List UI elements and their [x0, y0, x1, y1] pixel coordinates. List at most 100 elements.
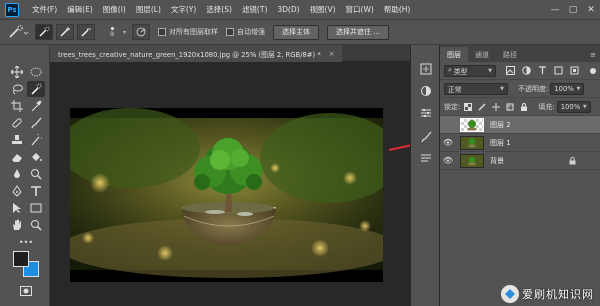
auto-enhance-checkbox[interactable] [226, 28, 235, 36]
layer-name[interactable]: 图层 2 [490, 120, 511, 130]
blur-tool[interactable] [8, 166, 26, 182]
fill-input[interactable]: 100% ▼ [556, 100, 591, 113]
history-panel-button[interactable] [417, 61, 435, 77]
image-filter-icon[interactable] [506, 66, 515, 75]
lock-all-icon[interactable] [520, 102, 528, 111]
clone-stamp-tool[interactable] [8, 132, 26, 148]
clone-source-panel-button[interactable] [417, 151, 435, 167]
shape-filter-icon[interactable] [554, 66, 563, 75]
opacity-input[interactable]: 100% ▼ [550, 82, 585, 95]
menu-image[interactable]: 图像(I) [98, 4, 131, 15]
foreground-color-swatch[interactable] [13, 251, 29, 267]
menu-view[interactable]: 视图(V) [305, 4, 341, 15]
adjustments-panel-button[interactable] [417, 83, 435, 99]
lock-pixels-icon[interactable] [478, 103, 486, 111]
healing-brush-tool[interactable] [8, 115, 26, 131]
type-filter-icon[interactable] [538, 66, 547, 75]
sample-all-layers-label: 对所有图层取样 [169, 28, 219, 36]
minimize-button[interactable]: — [546, 5, 564, 15]
layer-row[interactable]: 👁 图层 1 [440, 134, 600, 152]
bandage-icon [12, 118, 22, 128]
tab-paths[interactable]: 路径 [496, 47, 524, 62]
tab-layers[interactable]: 图层 [440, 47, 468, 62]
quick-mask-button[interactable] [17, 283, 35, 299]
menu-layer[interactable]: 图层(L) [131, 4, 166, 15]
brush-dot-icon [110, 26, 114, 30]
menu-filter[interactable]: 滤镜(T) [237, 4, 272, 15]
layer-thumbnail [460, 117, 484, 132]
sample-all-layers-checkbox[interactable] [158, 28, 167, 36]
document-tab[interactable]: trees_trees_creative_nature_green_1920x1… [50, 45, 343, 62]
eyedropper-tool[interactable] [27, 98, 45, 114]
menu-help[interactable]: 帮助(H) [379, 4, 416, 15]
history-brush-tool[interactable] [27, 132, 45, 148]
lock-transparency-icon[interactable] [464, 102, 473, 111]
eraser-tool[interactable] [8, 149, 26, 165]
blend-mode-select[interactable]: 正常 ▼ [444, 82, 508, 95]
zoom-tool[interactable] [27, 217, 45, 233]
brush-panel-button[interactable] [417, 129, 435, 145]
menu-3d[interactable]: 3D(D) [272, 5, 304, 14]
auto-enhance-option[interactable]: 自动增强 [226, 27, 265, 37]
photoshop-logo[interactable]: Ps [5, 2, 19, 17]
select-subject-button[interactable]: 选择主体 [273, 24, 320, 40]
brush-angle-button[interactable] [132, 24, 151, 40]
brush-size-picker[interactable]: 9 [103, 26, 121, 38]
close-button[interactable]: ✕ [582, 5, 600, 15]
rectangle-tool[interactable] [27, 200, 45, 216]
canvas-area[interactable] [50, 62, 453, 306]
marquee-tool[interactable] [27, 64, 45, 80]
more-tools-button[interactable]: ••• [17, 234, 35, 250]
opacity-value: 100% [554, 84, 574, 93]
sample-all-layers-option[interactable]: 对所有图层取样 [158, 27, 218, 37]
menu-select[interactable]: 选择(S) [201, 4, 237, 15]
quick-selection-tool[interactable] [27, 81, 45, 97]
dodge-tool[interactable] [27, 166, 45, 182]
select-and-mask-button[interactable]: 选择并遮住 ... [327, 24, 389, 40]
path-selection-tool[interactable] [8, 200, 26, 216]
tab-channels[interactable]: 通道 [468, 47, 496, 62]
eye-icon[interactable]: 👁 [440, 138, 456, 147]
brush-tool[interactable] [27, 115, 45, 131]
type-tool[interactable] [27, 183, 45, 199]
layer-row[interactable]: 图层 2 [440, 116, 600, 134]
fill-label: 填充: [538, 102, 555, 111]
pen-tool[interactable] [8, 183, 26, 199]
layer-row[interactable]: 👁 背景 [440, 152, 600, 170]
add-to-selection-button[interactable] [56, 24, 74, 40]
layer-name[interactable]: 图层 1 [490, 138, 511, 148]
layer-kind-filter[interactable]: ⌕ 类型 ▼ [444, 64, 496, 77]
lock-position-icon[interactable] [492, 102, 501, 111]
crop-tool[interactable] [8, 98, 26, 114]
menu-edit[interactable]: 编辑(E) [62, 4, 98, 15]
brush-subtract-icon [81, 28, 91, 37]
lock-icons [464, 102, 528, 111]
history-brush-icon [31, 134, 42, 146]
window-controls: — ▢ ✕ [546, 0, 600, 19]
properties-panel-button[interactable] [417, 105, 435, 121]
arrow-cursor-icon [13, 203, 21, 213]
eye-icon[interactable]: 👁 [440, 156, 456, 165]
panel-menu-icon[interactable]: ≡ [590, 51, 596, 59]
move-tool[interactable] [8, 64, 26, 80]
smart-object-filter-icon[interactable] [570, 66, 579, 75]
eyedropper-icon [31, 100, 42, 112]
adjustment-filter-icon[interactable] [522, 66, 531, 75]
lock-artboard-icon[interactable] [506, 102, 515, 111]
paint-bucket-tool[interactable] [27, 149, 45, 165]
menu-window[interactable]: 窗口(W) [341, 4, 379, 15]
chevron-down-icon[interactable]: ▾ [123, 29, 126, 36]
filter-toggle-icon[interactable] [590, 67, 596, 74]
new-selection-button[interactable] [35, 24, 53, 40]
close-tab-icon[interactable]: × [329, 50, 335, 58]
maximize-button[interactable]: ▢ [564, 5, 582, 15]
lasso-tool[interactable] [8, 81, 26, 97]
menu-type[interactable]: 文字(Y) [166, 4, 201, 15]
hand-tool[interactable] [8, 217, 26, 233]
document-image[interactable] [70, 108, 383, 282]
tool-preset-picker[interactable] [4, 22, 32, 42]
layer-name[interactable]: 背景 [490, 156, 504, 166]
menu-file[interactable]: 文件(F) [27, 4, 62, 15]
subtract-from-selection-button[interactable] [77, 24, 95, 40]
blend-mode-value: 正常 [448, 85, 462, 94]
